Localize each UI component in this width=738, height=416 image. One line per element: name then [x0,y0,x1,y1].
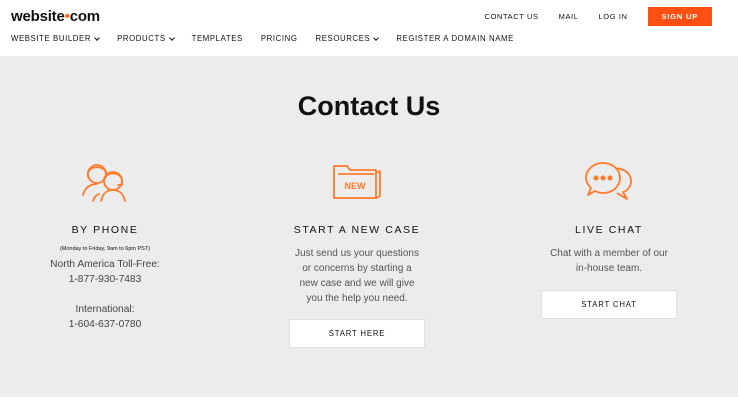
nav-label: PRICING [260,34,298,43]
headset-people-icon [5,158,205,204]
nav-label: WEBSITE BUILDER [11,34,92,43]
logo-text-com: com [69,8,100,25]
nav-item-website-builder[interactable]: WEBSITE BUILDER [11,34,100,43]
desc-line: in-house team. [575,263,643,274]
live-chat-column: LIVE CHAT Chat with a member of our in-h… [509,158,709,319]
nav-label: REGISTER A DOMAIN NAME [396,34,514,43]
phone-column: BY PHONE (Monday to Friday, 9am to 6pm P… [5,158,205,332]
sign-up-button[interactable]: SIGN UP [647,7,712,26]
live-chat-heading: LIVE CHAT [575,224,643,236]
site-header: website•com CONTACT US MAIL LOG IN SIGN … [0,0,738,56]
logo-text-website: website [11,8,65,25]
chevron-down-icon [94,34,100,41]
desc-line: Just send us your questions [295,248,419,259]
site-logo[interactable]: website•com [11,8,100,25]
nav-item-resources[interactable]: RESOURCES [315,34,380,43]
nav-item-register-domain[interactable]: REGISTER A DOMAIN NAME [396,34,514,43]
phone-details: North America Toll-Free: 1-877-930-7483 … [5,257,205,332]
footer-strip [0,397,738,416]
mail-link[interactable]: MAIL [559,12,579,21]
start-here-button[interactable]: START HERE [289,319,425,348]
desc-line: you the help you need. [306,293,408,304]
nav-item-pricing[interactable]: PRICING [261,34,298,43]
intl-label: International: [75,304,135,315]
phone-hours: (Monday to Friday, 9am to 6pm PST) [59,246,151,252]
nav-label: PRODUCTS [117,34,166,43]
new-folder-icon-text: NEW [345,181,367,191]
desc-line: new case and we will give [299,278,415,289]
contact-section: Contact Us BY PHONE (Monday to Friday, 9… [0,56,738,397]
log-in-link[interactable]: LOG IN [599,12,628,21]
page-title: Contact Us [297,91,441,121]
chevron-down-icon [168,34,175,41]
nav-item-products[interactable]: PRODUCTS [117,34,175,43]
new-case-column: NEW START A NEW CASE Just send us your q… [257,158,457,348]
desc-line: or concerns by starting a [302,263,412,274]
chat-bubbles-icon [509,158,709,204]
new-case-heading: START A NEW CASE [293,224,421,236]
nav-label: TEMPLATES [191,34,243,43]
live-chat-description: Chat with a member of our in-house team. [509,246,709,276]
new-folder-icon: NEW [257,158,457,204]
na-label: North America Toll-Free: [50,259,160,270]
na-phone-number[interactable]: 1-877-930-7483 [5,272,205,287]
start-chat-button[interactable]: START CHAT [541,290,677,319]
desc-line: Chat with a member of our [550,248,668,259]
main-nav: WEBSITE BUILDER PRODUCTS TEMPLATES PRICI… [11,34,532,43]
contact-us-link[interactable]: CONTACT US [485,12,539,21]
utility-nav: CONTACT US MAIL LOG IN SIGN UP [485,7,712,26]
phone-heading: BY PHONE [71,224,139,236]
nav-label: RESOURCES [315,34,371,43]
new-case-description: Just send us your questions or concerns … [257,246,457,306]
chevron-down-icon [373,34,380,41]
intl-phone-number[interactable]: 1-604-637-0780 [5,317,205,332]
nav-item-templates[interactable]: TEMPLATES [192,34,243,43]
